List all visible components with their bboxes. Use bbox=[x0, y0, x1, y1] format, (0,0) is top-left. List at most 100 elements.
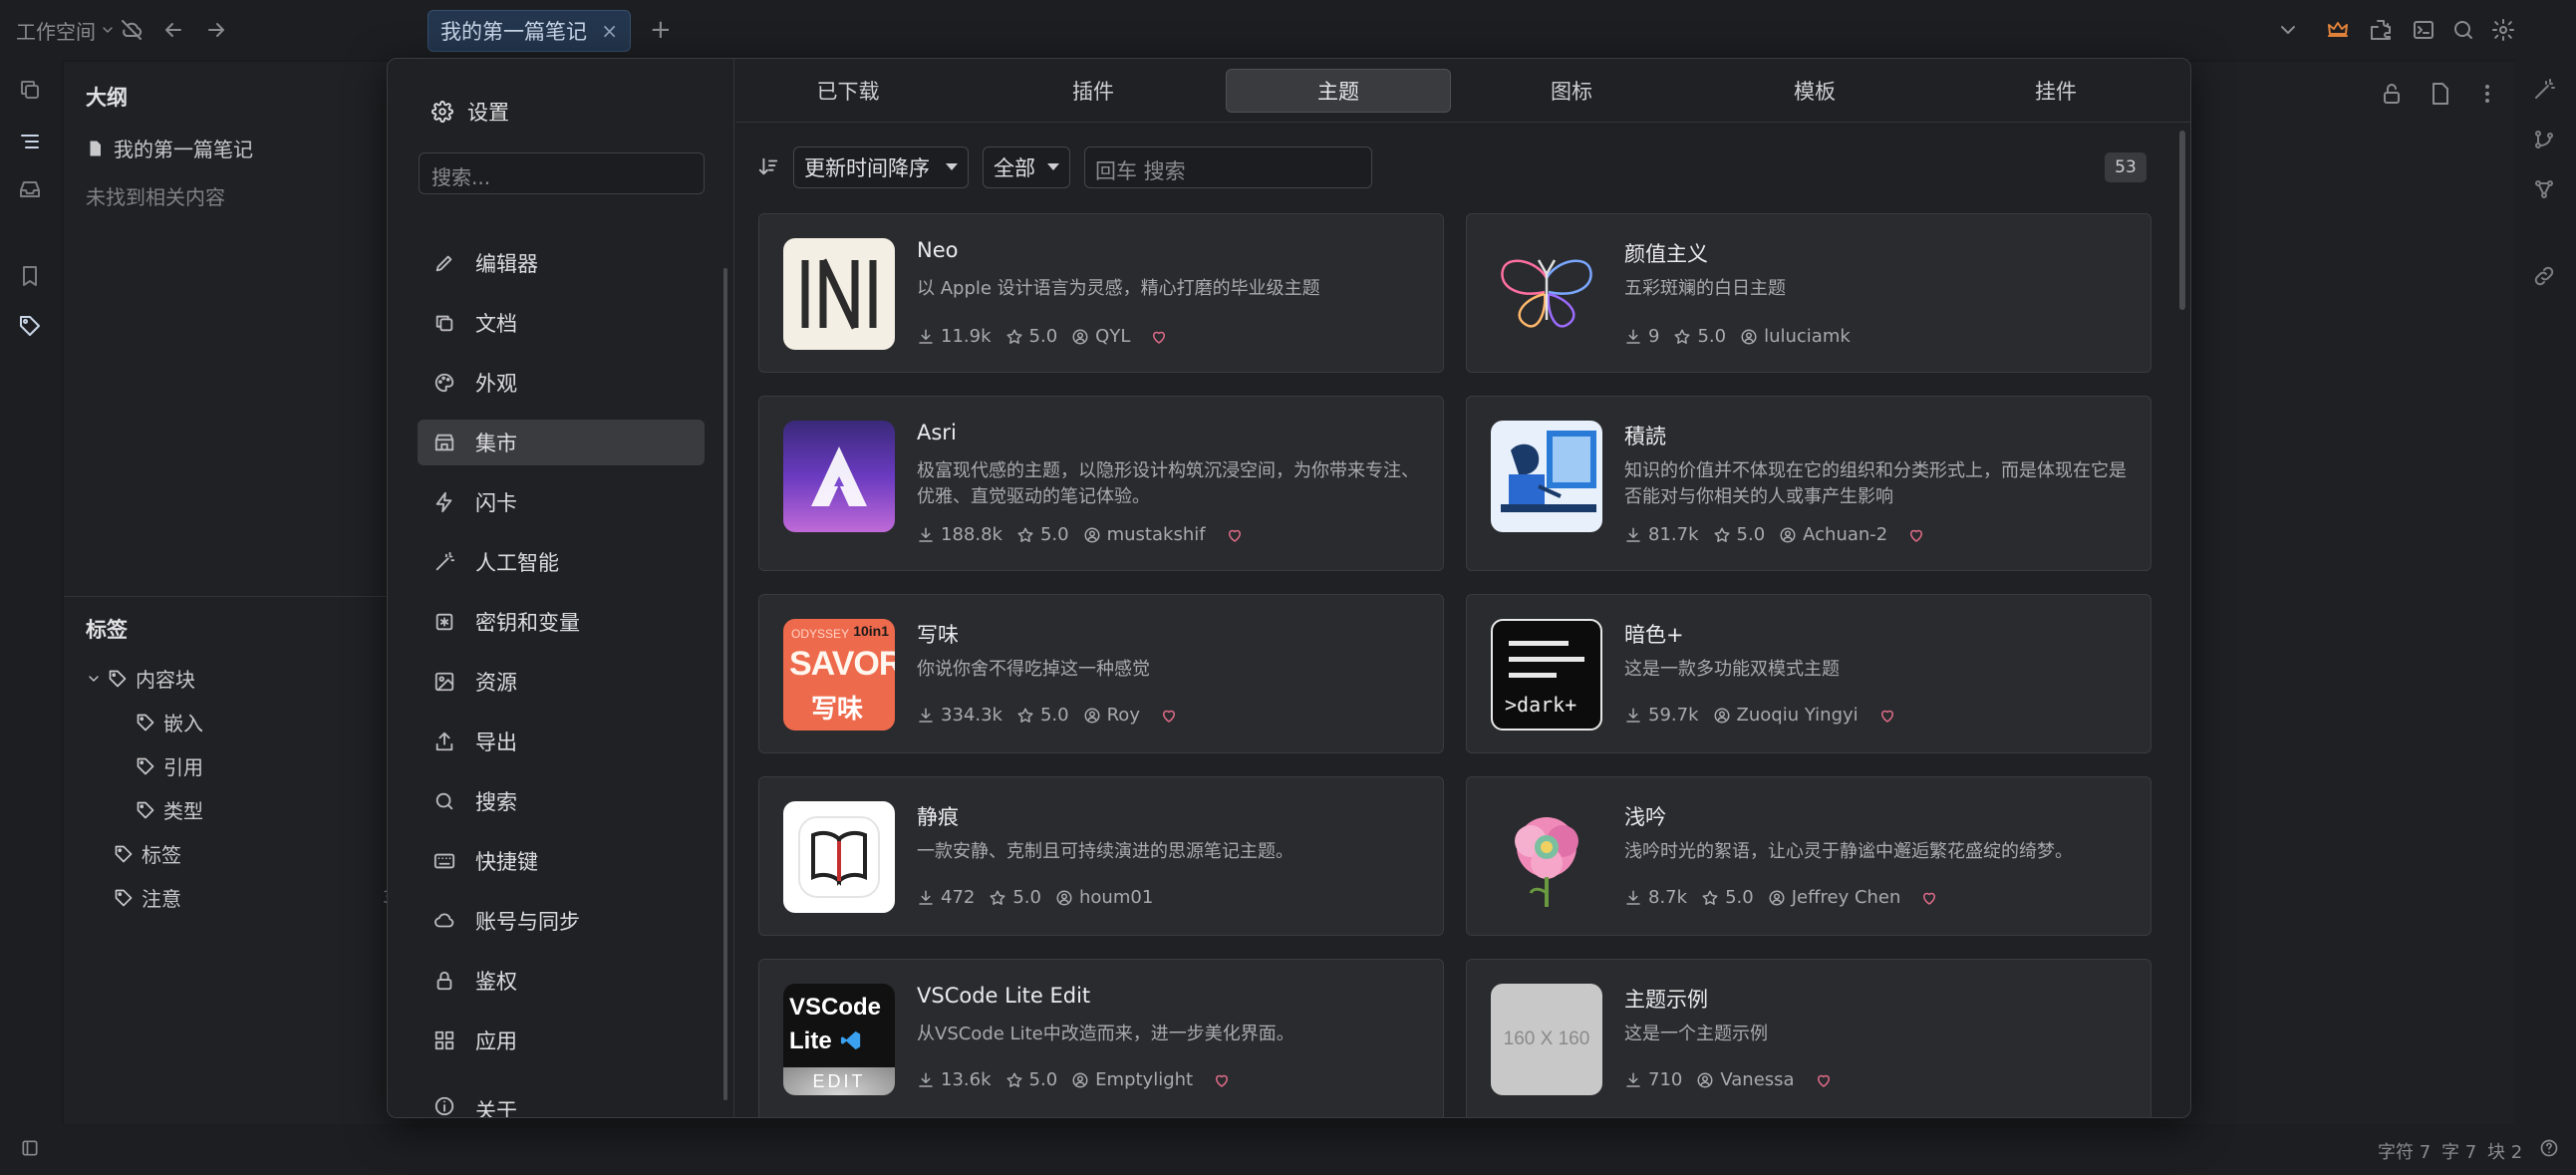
dock-toggle-icon[interactable] bbox=[20, 1138, 40, 1158]
nav-auth[interactable]: 鉴权 bbox=[418, 958, 705, 1004]
tab-close-icon[interactable]: × bbox=[601, 19, 618, 43]
market-scrollbar[interactable] bbox=[2179, 131, 2185, 310]
heart-icon[interactable] bbox=[1160, 707, 1178, 725]
lock-icon bbox=[431, 970, 457, 992]
theme-card[interactable]: Neo 以 Apple 设计语言为灵感，精心打磨的毕业级主题 11.9k 5.0… bbox=[758, 213, 1444, 373]
tag-row[interactable]: 标签 1 bbox=[114, 839, 402, 868]
nav-account[interactable]: 账号与同步 bbox=[418, 898, 705, 944]
back-icon[interactable] bbox=[161, 0, 185, 60]
tab-themes[interactable]: 主题 bbox=[1226, 69, 1451, 113]
nav-appearance[interactable]: 外观 bbox=[418, 360, 705, 406]
settings-search-input[interactable]: 搜索... bbox=[419, 152, 705, 194]
link-icon[interactable] bbox=[2532, 264, 2556, 288]
theme-card[interactable]: 浅吟 浅吟时光的絮语，让心灵于静谧中邂逅繁花盛绽的绮梦。 8.7k 5.0 Je… bbox=[1466, 776, 2151, 936]
theme-card[interactable]: 静痕 一款安静、克制且可持续演进的思源笔记主题。 472 5.0 houm01 bbox=[758, 776, 1444, 936]
rating: 5.0 bbox=[1697, 326, 1727, 347]
settings-title: 设置 bbox=[467, 101, 509, 125]
heart-icon[interactable] bbox=[1226, 526, 1244, 544]
tag-row[interactable]: 类型 2 bbox=[136, 795, 402, 824]
theme-card[interactable]: Asri 极富现代感的主题，以隐形设计构筑沉浸空间，为你带来专注、优雅、直觉驱动… bbox=[758, 396, 1444, 571]
bookmark-icon[interactable] bbox=[18, 264, 42, 288]
tab-note[interactable]: 我的第一篇笔记 × bbox=[428, 10, 631, 52]
nav-label: 鉴权 bbox=[475, 970, 517, 994]
status-bar: 字符 7 字 7 块 2 bbox=[0, 1124, 2576, 1175]
forward-icon[interactable] bbox=[204, 0, 228, 60]
nav-assets[interactable]: 资源 bbox=[418, 659, 705, 705]
new-tab-button[interactable]: + bbox=[650, 0, 672, 60]
heart-icon[interactable] bbox=[1150, 328, 1168, 346]
tag-row[interactable]: 引用 1 bbox=[136, 751, 402, 780]
tab-downloaded[interactable]: 已下载 bbox=[735, 69, 961, 113]
thumb-text: 写味 bbox=[811, 695, 864, 725]
tag-row[interactable]: 注意 33 bbox=[114, 883, 405, 912]
theme-meta: 81.7k 5.0 Achuan-2 bbox=[1624, 524, 1925, 545]
outline-doc-item[interactable]: 我的第一篇笔记 bbox=[86, 134, 253, 162]
graph-icon[interactable] bbox=[2532, 177, 2556, 201]
sort-icon[interactable] bbox=[757, 155, 779, 177]
settings-gear-icon[interactable] bbox=[2491, 0, 2515, 60]
nav-flashcard[interactable]: 闪卡 bbox=[418, 479, 705, 525]
nav-about[interactable]: 关于 bbox=[418, 1077, 705, 1117]
theme-card[interactable]: >dark+ 暗色+ 这是一款多功能双模式主题 59.7k Zuoqiu Yin… bbox=[1466, 594, 2151, 753]
theme-card[interactable]: 颜值主义 五彩斑斓的白日主题 9 5.0 luluciamk bbox=[1466, 213, 2151, 373]
author: Roy bbox=[1106, 705, 1140, 726]
backlink-icon[interactable] bbox=[2532, 128, 2556, 151]
files-icon[interactable] bbox=[18, 78, 42, 102]
thumb-text: ODYSSEY bbox=[791, 627, 850, 641]
search-icon[interactable] bbox=[2451, 0, 2475, 60]
tab-icons[interactable]: 图标 bbox=[1459, 69, 1684, 113]
market-search-input[interactable]: 回车 搜索 bbox=[1084, 147, 1372, 188]
nav-editor[interactable]: 编辑器 bbox=[418, 240, 705, 286]
nav-apps[interactable]: 应用 bbox=[418, 1018, 705, 1063]
inbox-icon[interactable] bbox=[18, 177, 42, 201]
tab-widgets[interactable]: 挂件 bbox=[1943, 69, 2168, 113]
crown-icon[interactable] bbox=[2326, 0, 2350, 60]
nav-label: 快捷键 bbox=[475, 850, 538, 874]
nav-keymap[interactable]: 快捷键 bbox=[418, 838, 705, 884]
heart-icon[interactable] bbox=[1907, 526, 1925, 544]
tab-templates[interactable]: 模板 bbox=[1702, 69, 1927, 113]
tag-label: 嵌入 bbox=[163, 712, 203, 735]
tab-plugins[interactable]: 插件 bbox=[981, 69, 1206, 113]
help-icon[interactable] bbox=[2539, 1138, 2559, 1158]
sort-select[interactable]: 更新时间降序 bbox=[793, 147, 969, 188]
puzzle-icon[interactable] bbox=[2369, 0, 2393, 60]
theme-card[interactable]: 積読 知识的价值并不体现在它的组织和分类形式上，而是体现在它是否能对与你相关的人… bbox=[1466, 396, 2151, 571]
tag-row[interactable]: 内容块 1 bbox=[86, 664, 402, 693]
nav-ai[interactable]: 人工智能 bbox=[418, 539, 705, 585]
terminal-icon[interactable] bbox=[2412, 0, 2435, 60]
heart-icon[interactable] bbox=[1920, 889, 1938, 907]
nav-marketplace[interactable]: 集市 bbox=[418, 420, 705, 465]
theme-card[interactable]: 160 X 160 主题示例 这是一个主题示例 710 Vanessa bbox=[1466, 959, 2151, 1117]
nav-keys[interactable]: 密钥和变量 bbox=[418, 599, 705, 645]
workspace-label: 工作空间 bbox=[16, 19, 96, 44]
unlock-icon[interactable] bbox=[2380, 82, 2404, 106]
download-icon bbox=[1624, 707, 1642, 725]
chevron-down-icon[interactable] bbox=[86, 671, 102, 687]
nav-search[interactable]: 搜索 bbox=[418, 778, 705, 824]
workspace-menu[interactable]: 工作空间 bbox=[16, 0, 116, 60]
tag-icon[interactable] bbox=[18, 314, 42, 338]
nav-document[interactable]: 文档 bbox=[418, 300, 705, 346]
outline-icon[interactable] bbox=[18, 130, 42, 153]
heart-icon[interactable] bbox=[1878, 707, 1896, 725]
heart-icon[interactable] bbox=[1815, 1071, 1833, 1089]
tag-row[interactable]: 嵌入 1 bbox=[136, 708, 402, 736]
filter-select[interactable]: 全部 bbox=[983, 147, 1070, 188]
nav-export[interactable]: 导出 bbox=[418, 719, 705, 764]
sync-off-icon[interactable] bbox=[120, 0, 143, 60]
ai-wand-icon[interactable] bbox=[2532, 78, 2556, 102]
theme-thumbnail-tsundoku bbox=[1491, 421, 1602, 532]
theme-card[interactable]: ODYSSEY 10in1 SAVOR 写味 写味 你说你舍不得吃掉这一种感觉 … bbox=[758, 594, 1444, 753]
rating: 5.0 bbox=[1039, 524, 1069, 545]
theme-thumbnail-darkplus: >dark+ bbox=[1491, 619, 1602, 731]
more-icon[interactable] bbox=[2475, 82, 2499, 106]
theme-thumbnail-butterfly bbox=[1491, 238, 1602, 350]
theme-thumbnail-asri bbox=[783, 421, 895, 532]
sidebar-scrollbar[interactable] bbox=[723, 268, 727, 1100]
doc-info-icon[interactable] bbox=[2428, 82, 2451, 106]
theme-card[interactable]: VSCode Lite EDIT VSCode Lite Edit 从VSCod… bbox=[758, 959, 1444, 1117]
heart-icon[interactable] bbox=[1213, 1071, 1231, 1089]
tabs-dropdown-icon[interactable] bbox=[2276, 0, 2300, 60]
tag-icon bbox=[114, 888, 134, 908]
